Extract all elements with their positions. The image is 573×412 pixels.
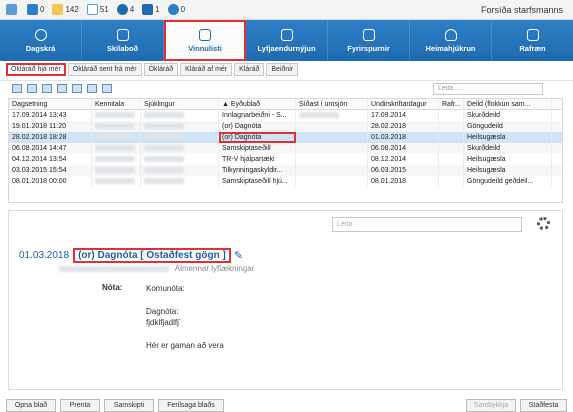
document-name: (or) Dagnóta [ Óstaðfest gögn ]	[73, 248, 231, 263]
tab-oklarad[interactable]: Ókláráð	[143, 63, 179, 76]
export-icon[interactable]	[87, 84, 97, 93]
chat-icon	[362, 28, 375, 41]
document-title: 01.03.2018 (or) Dagnóta [ Óstaðfest gögn…	[19, 248, 243, 263]
document-icon	[52, 4, 64, 15]
nav-vinnulisti[interactable]: Vinnulisti	[164, 20, 246, 61]
nav-lyfjaendurnyjun[interactable]: Lyfjaendurnýjun	[246, 20, 328, 61]
redacted-patient	[144, 145, 184, 152]
confirm-button[interactable]: Staðfesta	[520, 399, 567, 412]
table-row[interactable]: 04.12.2014 13:54 TR-V hjálpartæki 08.12.…	[9, 154, 562, 165]
redacted-ssn	[95, 123, 135, 130]
document-subtitle: Almennar lyflækningar	[59, 264, 254, 273]
col-eydublad[interactable]: ▲ Eyðublað	[219, 99, 296, 110]
open-sheet-button[interactable]: Opna blað	[6, 399, 56, 412]
nav-heimahjukrun[interactable]: Heimahjúkrun	[410, 20, 492, 61]
module-nav: Dagskrá Skilaboð Vinnulisti Lyfjaendurný…	[0, 20, 573, 61]
redacted-ssn	[95, 167, 135, 174]
message-button[interactable]: Samskipti	[104, 399, 154, 412]
mail-icon	[86, 4, 98, 15]
redacted-patient	[144, 167, 184, 174]
nurse-icon	[444, 28, 457, 41]
redacted-patient	[144, 112, 184, 119]
chart-counter[interactable]: 0	[27, 4, 44, 15]
chart-view-icon[interactable]	[57, 84, 67, 93]
redacted-ssn	[95, 134, 135, 141]
calendar-counter[interactable]	[6, 4, 19, 15]
print-icon[interactable]	[102, 84, 112, 93]
tab-oklarad-sent-fra-mer[interactable]: Ókláráð sent frá mér	[67, 63, 142, 76]
table-row[interactable]: 06.08.2014 14:47 Samskiptaseðill 06.08.2…	[9, 143, 562, 154]
top-status-bar: 0 142 51 4 1 0 Forsíða starfsmanns	[0, 0, 573, 20]
info-icon	[116, 4, 128, 15]
person-icon	[167, 4, 179, 15]
table-row[interactable]: 17.09.2014 13:43 Innlagnarbeiðni - S... …	[9, 110, 562, 121]
redacted-patient	[144, 123, 184, 130]
worklist-table: Dagsetning Kennitala Sjúklingur ▲ Eyðubl…	[8, 98, 563, 203]
document-counter[interactable]: 142	[52, 4, 79, 15]
tab-oklarad-hja-mer[interactable]: Ókláráð hjá mér	[6, 63, 66, 76]
nav-skilabod[interactable]: Skilaboð	[82, 20, 164, 61]
device-icon	[526, 28, 539, 41]
print-button[interactable]: Prenta	[60, 399, 100, 412]
redacted-patient	[144, 134, 184, 141]
list-search-input[interactable]: Leita ...	[433, 83, 543, 95]
list-view-icon[interactable]	[12, 84, 22, 93]
person-counter[interactable]: 0	[167, 4, 185, 15]
col-dagsetning[interactable]: Dagsetning	[9, 99, 92, 110]
table-row[interactable]: 03.03.2015 15:54 Tilkynningaskyldir... 0…	[9, 165, 562, 176]
sort-icon[interactable]	[27, 84, 37, 93]
envelope-icon	[116, 28, 129, 41]
col-sjuklingur[interactable]: Sjúklingur	[141, 99, 219, 110]
col-undirskriftardagur[interactable]: Undirskriftardagur	[368, 99, 439, 110]
col-scroll	[552, 99, 562, 110]
table-body: 17.09.2014 13:43 Innlagnarbeiðni - S... …	[9, 110, 562, 187]
col-kennitala[interactable]: Kennitala	[92, 99, 141, 110]
col-sidast-i-umsjon[interactable]: Síðast í umsjón	[296, 99, 368, 110]
document-date: 01.03.2018	[19, 250, 70, 261]
gear-icon[interactable]	[537, 217, 550, 230]
redacted-ssn	[95, 112, 135, 119]
tab-klarad[interactable]: Kláráð	[234, 63, 265, 76]
tab-klarad-af-mer[interactable]: Kláráð af mér	[180, 63, 233, 76]
note-label: Nóta:	[102, 283, 123, 292]
table-row[interactable]: 08.01.2018 00:00 Samskiptaseðill hjú... …	[9, 176, 562, 187]
table-header: Dagsetning Kennitala Sjúklingur ▲ Eyðubl…	[9, 99, 562, 110]
prescription-counter[interactable]: 1	[142, 4, 160, 15]
info-counter[interactable]: 4	[116, 4, 134, 15]
calendar-icon	[6, 4, 17, 15]
redacted-ssn	[95, 178, 135, 185]
grid-view-icon[interactable]	[42, 84, 52, 93]
approve-button[interactable]: Sambykkja	[466, 399, 516, 412]
table-row-selected[interactable]: 28.02.2018 18:28 (or) Dagnóta 01.03.2018…	[9, 132, 562, 143]
action-bar: Opna blað Prenta Samskipti Ferilsaga bla…	[0, 396, 573, 412]
copy-icon[interactable]	[72, 84, 82, 93]
pencil-icon[interactable]: ✎	[234, 249, 243, 262]
clock-icon	[34, 28, 47, 41]
col-deild[interactable]: Deild (flokkun sam...	[464, 99, 552, 110]
mail-counter[interactable]: 51	[86, 4, 109, 15]
nav-rafraen[interactable]: Rafræn	[492, 20, 573, 61]
redacted-ssn	[95, 156, 135, 163]
table-row[interactable]: 19.01.2018 11:20 (or) Dagnóta 28.02.2018…	[9, 121, 562, 132]
list-toolbar: Leita ...	[0, 80, 573, 96]
history-button[interactable]: Ferilsaga blaðs	[158, 399, 224, 412]
prescription-icon	[142, 4, 154, 15]
nav-fyrirspurnir[interactable]: Fyrirspurnir	[328, 20, 410, 61]
redacted-patient	[144, 156, 184, 163]
chart-icon	[27, 4, 38, 15]
clipboard-icon	[199, 28, 211, 41]
redacted-owner	[299, 112, 339, 119]
detail-pane: Leita 01.03.2018 (or) Dagnóta [ Óstaðfes…	[8, 210, 563, 390]
worklist-tabs: Ókláráð hjá mér Ókláráð sent frá mér Ókl…	[6, 63, 300, 76]
user-role-label[interactable]: Forsíða starfsmanns	[481, 5, 563, 15]
detail-search-input[interactable]: Leita	[332, 217, 522, 232]
redacted-patient	[144, 178, 184, 185]
tab-beidnir[interactable]: Beiðnir	[266, 63, 299, 76]
col-rafr[interactable]: Rafr...	[439, 99, 464, 110]
redacted-ssn	[95, 145, 135, 152]
redacted-author	[59, 265, 169, 272]
nav-dagskra[interactable]: Dagskrá	[0, 20, 82, 61]
note-body: Komunóta: Dagnóta: fjdklfjadlfj´ Hér er …	[146, 284, 224, 350]
pill-icon	[280, 28, 293, 41]
